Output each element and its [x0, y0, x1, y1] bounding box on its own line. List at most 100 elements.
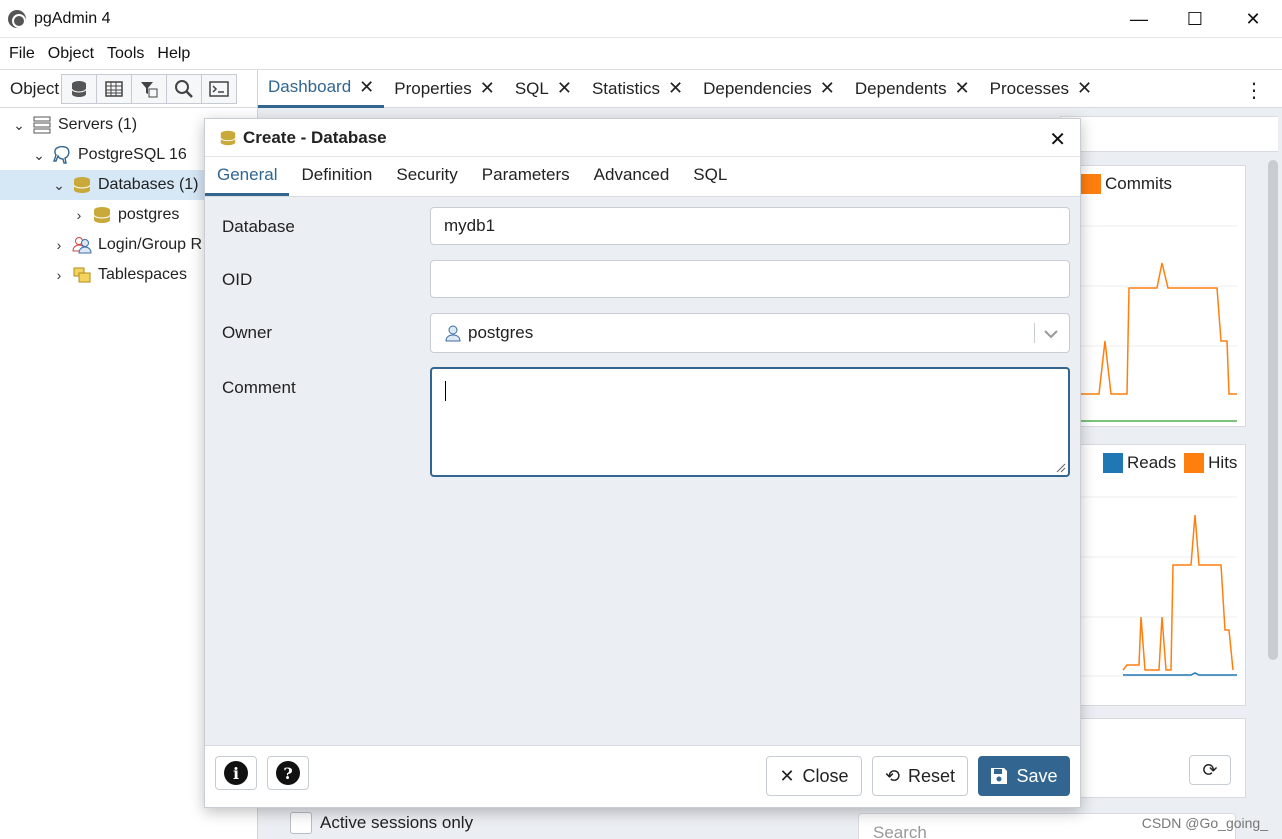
servers-icon: [33, 116, 51, 134]
refresh-icon: ⟳: [1202, 759, 1218, 780]
search-objects-button[interactable]: [166, 73, 202, 104]
close-tab-icon[interactable]: ✕: [359, 77, 374, 98]
dialog-tab-security[interactable]: Security: [384, 157, 469, 196]
dialog-tab-sql[interactable]: SQL: [681, 157, 739, 196]
tablespaces-icon: [73, 267, 91, 283]
tab-statistics[interactable]: Statistics ✕: [582, 70, 693, 108]
tab-label: Dependencies: [703, 78, 812, 98]
close-tab-icon[interactable]: ✕: [820, 78, 835, 99]
tab-dashboard[interactable]: Dashboard ✕: [258, 70, 385, 108]
menu-bar: File Object Tools Help: [0, 38, 1282, 70]
tab-label: Statistics: [591, 78, 660, 98]
chevron-right-icon[interactable]: ›: [50, 267, 68, 283]
refresh-button[interactable]: ⟳: [1189, 755, 1231, 785]
database-name-input[interactable]: mydb1: [430, 207, 1070, 245]
tab-label: Properties: [394, 78, 472, 98]
dialog-tab-bar: General Definition Security Parameters A…: [205, 157, 1080, 197]
filter-rows-button[interactable]: [131, 73, 167, 104]
chevron-down-icon[interactable]: ⌄: [50, 177, 68, 194]
oid-label: OID: [222, 270, 253, 289]
block-io-chart: [1081, 496, 1237, 677]
window-close-button[interactable]: ✕: [1224, 0, 1282, 38]
oid-input[interactable]: [430, 260, 1070, 298]
save-button[interactable]: Save: [978, 756, 1070, 796]
chevron-down-icon[interactable]: [1043, 329, 1059, 339]
dashboard-scrollbar[interactable]: [1268, 160, 1278, 660]
dialog-tab-parameters[interactable]: Parameters: [470, 157, 582, 196]
dialog-tab-definition[interactable]: Definition: [289, 157, 384, 196]
text-cursor: [445, 381, 446, 401]
dialog-header[interactable]: Create - Database ✕: [205, 119, 1080, 157]
dialog-tab-general[interactable]: General: [205, 157, 290, 196]
pgadmin-logo-icon: [8, 9, 26, 28]
close-tab-icon[interactable]: ✕: [557, 78, 572, 99]
tab-dependents[interactable]: Dependents ✕: [845, 70, 980, 108]
menu-tools[interactable]: Tools: [107, 45, 144, 63]
window-titlebar: pgAdmin 4 — ☐ ✕: [0, 0, 1282, 38]
maximize-button[interactable]: ☐: [1166, 0, 1224, 38]
dashboard-toolbar: [1060, 116, 1278, 152]
close-tab-icon[interactable]: ✕: [480, 78, 495, 99]
owner-select[interactable]: postgres: [430, 313, 1070, 353]
close-tab-icon[interactable]: ✕: [955, 78, 970, 99]
chevron-right-icon[interactable]: ›: [70, 207, 88, 223]
info-button[interactable]: i: [215, 756, 257, 790]
close-button[interactable]: ✕ Close: [766, 756, 862, 796]
dialog-close-icon[interactable]: ✕: [1049, 127, 1066, 152]
minimize-button[interactable]: —: [1110, 0, 1168, 38]
chevron-down-icon[interactable]: ⌄: [10, 117, 28, 134]
terminal-icon: [209, 80, 229, 97]
active-sessions-filter[interactable]: Active sessions only: [290, 812, 473, 834]
help-button[interactable]: ?: [267, 756, 309, 790]
help-icon: ?: [276, 761, 300, 785]
table-icon: [105, 80, 123, 97]
save-icon: [991, 768, 1008, 784]
database-icon: [220, 130, 236, 145]
reset-button[interactable]: ⟲ Reset: [872, 756, 968, 796]
info-icon: i: [224, 761, 248, 785]
dialog-title: Create - Database: [243, 127, 387, 147]
close-icon: ✕: [779, 765, 795, 786]
tab-sql[interactable]: SQL ✕: [505, 70, 582, 108]
close-tab-icon[interactable]: ✕: [668, 78, 683, 99]
search-icon: [175, 79, 193, 98]
tab-dependencies[interactable]: Dependencies ✕: [693, 70, 845, 108]
menu-file[interactable]: File: [9, 45, 35, 63]
menu-object[interactable]: Object: [48, 45, 94, 63]
server-activity-card: ⟳: [1060, 718, 1246, 798]
close-tab-icon[interactable]: ✕: [1077, 78, 1092, 99]
dialog-footer: i ? ✕ Close ⟲ Reset Save: [205, 745, 1080, 807]
watermark-text: CSDN @Go_going_: [1141, 815, 1268, 831]
tree-label: Databases (1): [98, 176, 199, 193]
tab-label: Dashboard: [268, 77, 352, 96]
tree-label: postgres: [118, 206, 180, 223]
object-explorer-title: Object: [10, 78, 60, 98]
tab-properties[interactable]: Properties ✕: [384, 70, 505, 108]
tree-label: Tablespaces: [98, 266, 187, 283]
tab-label: Dependents: [854, 78, 947, 98]
resize-handle-icon[interactable]: [1056, 463, 1066, 473]
dialog-tab-advanced[interactable]: Advanced: [582, 157, 682, 196]
tab-processes[interactable]: Processes ✕: [980, 70, 1102, 108]
chevron-right-icon[interactable]: ›: [50, 237, 68, 253]
query-tool-db-button[interactable]: [61, 73, 97, 104]
comment-label: Comment: [222, 378, 296, 397]
chevron-down-icon[interactable]: ⌄: [30, 147, 48, 164]
object-explorer-header: Object: [0, 70, 257, 108]
view-data-button[interactable]: [96, 73, 132, 104]
comment-textarea[interactable]: [430, 367, 1070, 477]
reads-line: [1123, 672, 1237, 676]
database-icon: [71, 80, 87, 97]
menu-help[interactable]: Help: [157, 45, 190, 63]
main-tab-bar: Dashboard ✕ Properties ✕ SQL ✕ Statistics ✕ …: [258, 70, 1282, 108]
active-sessions-checkbox[interactable]: [290, 812, 312, 834]
owner-value: postgres: [468, 323, 534, 342]
select-divider: [1034, 323, 1035, 343]
block-io-chart-card: Reads Hits: [1060, 444, 1246, 706]
tab-label: Processes: [989, 78, 1070, 98]
database-icon: [93, 207, 111, 223]
databases-icon: [73, 177, 91, 193]
more-options-icon[interactable]: ⋮: [1244, 78, 1264, 103]
psql-tool-button[interactable]: [201, 73, 237, 104]
tree-label: Servers (1): [58, 116, 138, 133]
